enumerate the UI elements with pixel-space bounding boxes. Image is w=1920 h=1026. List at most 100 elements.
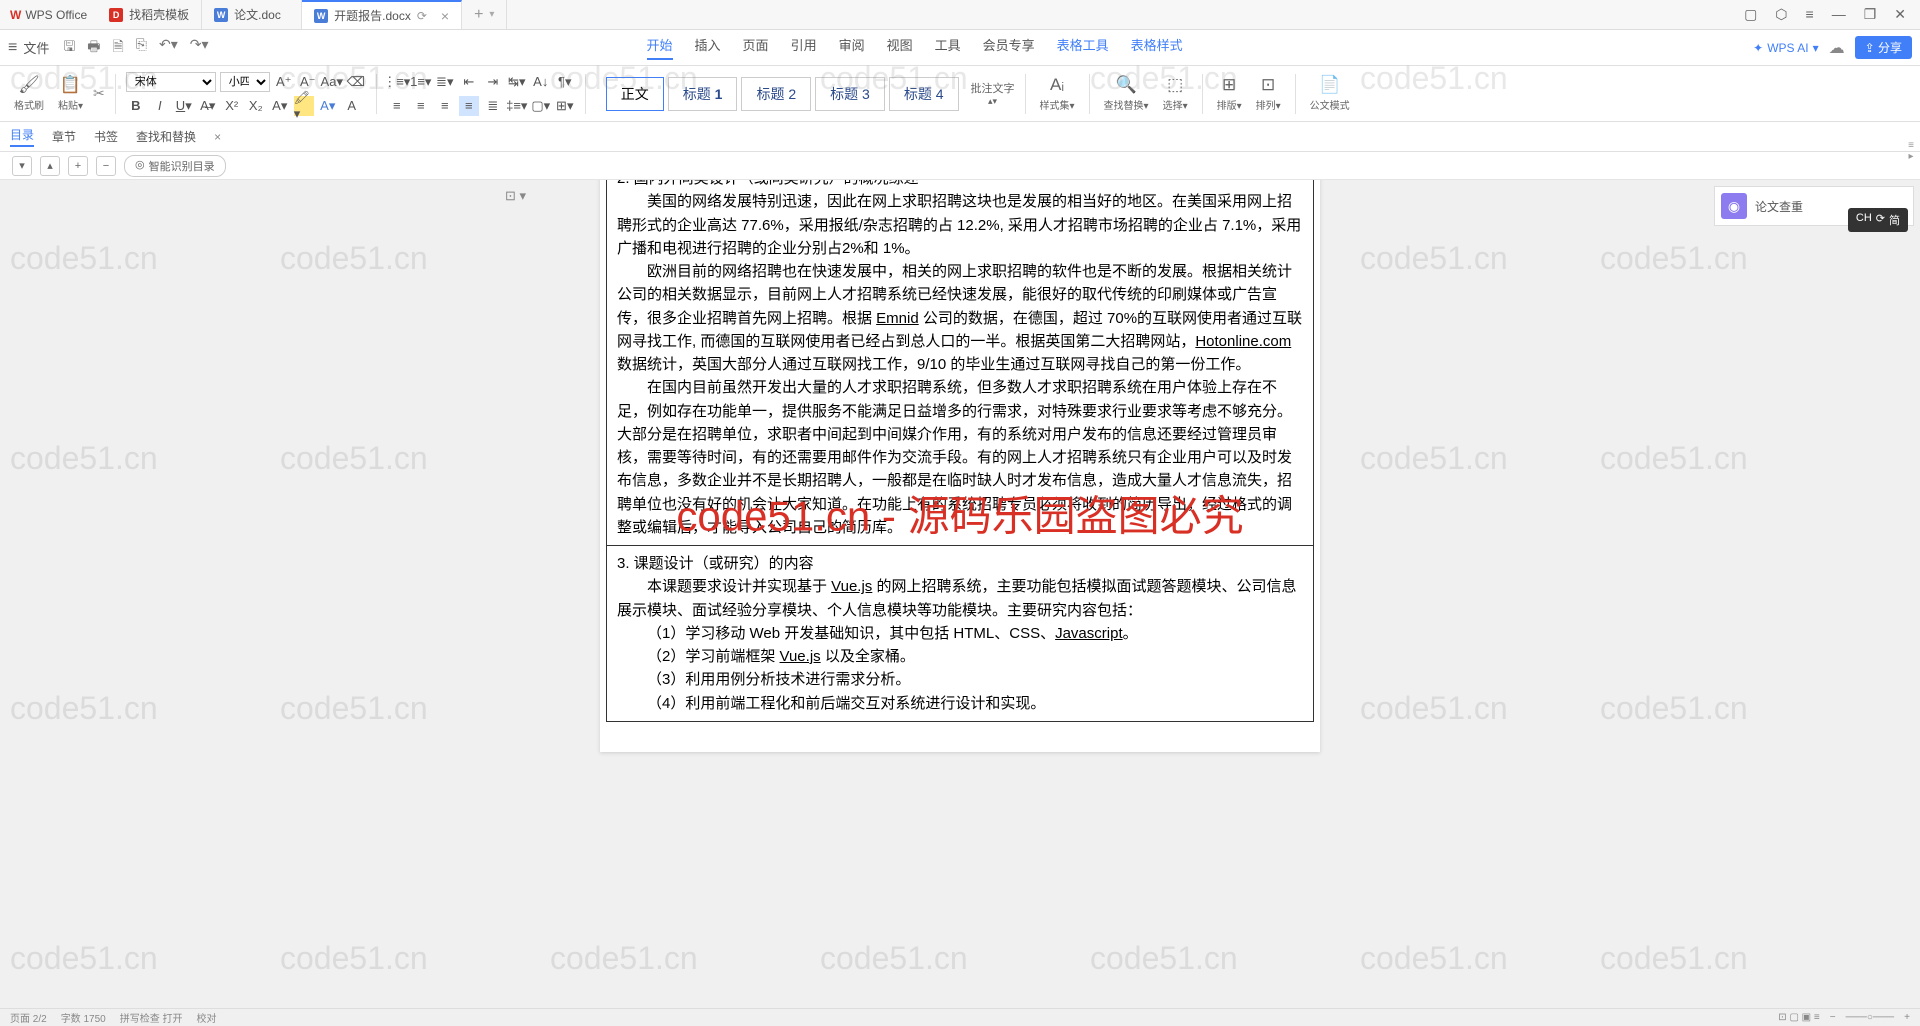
menu-table-tools[interactable]: 表格工具 <box>1057 35 1109 60</box>
text-effect-icon[interactable]: A▾ <box>318 96 338 116</box>
nav-chapter[interactable]: 章节 <box>52 128 76 145</box>
menu-view[interactable]: 视图 <box>887 35 913 60</box>
tab-refresh-icon[interactable]: ⟳ <box>417 9 427 23</box>
status-proof[interactable]: 校对 <box>197 1010 217 1025</box>
file-menu[interactable]: 文件 <box>23 38 49 57</box>
highlight-icon[interactable]: 🖍▾ <box>294 96 314 116</box>
shrink-font-icon[interactable]: A⁻ <box>298 72 318 92</box>
export-icon[interactable]: ⎘ <box>136 36 147 60</box>
plus-icon[interactable]: + <box>68 156 88 176</box>
arrange-button[interactable]: ⊡排列▾ <box>1252 75 1285 112</box>
line-spacing-icon[interactable]: ‡≡▾ <box>507 96 527 116</box>
cut-icon[interactable]: ✂ <box>93 85 105 102</box>
page-view-icon[interactable]: ⊡ ▾ <box>505 188 526 204</box>
font-size-select[interactable]: 小四 <box>220 72 270 92</box>
italic-icon[interactable]: I <box>150 96 170 116</box>
status-spell[interactable]: 拼写检查 打开 <box>120 1010 183 1025</box>
collapse-icon[interactable]: ▾ <box>12 156 32 176</box>
styleset[interactable]: Aᵢ样式集▾ <box>1036 75 1079 112</box>
share-button[interactable]: ⇪ 分享 <box>1855 36 1912 59</box>
cloud-icon[interactable]: ☁ <box>1829 38 1845 58</box>
char-border-icon[interactable]: A <box>342 96 362 116</box>
redo-icon[interactable]: ↷▾ <box>190 36 209 60</box>
shading-icon[interactable]: ▢▾ <box>531 96 551 116</box>
style-h1[interactable]: 标题 1 <box>668 77 738 111</box>
tab-icon[interactable]: ↹▾ <box>507 72 527 92</box>
win-icon-1[interactable]: ▢ <box>1744 6 1757 23</box>
menu-ref[interactable]: 引用 <box>791 35 817 60</box>
undo-icon[interactable]: ↶▾ <box>159 36 178 60</box>
multilevel-icon[interactable]: ≣▾ <box>435 72 455 92</box>
style-h2[interactable]: 标题 2 <box>741 77 811 111</box>
smart-toc[interactable]: ◎智能识别目录 <box>124 155 226 177</box>
minus-icon[interactable]: − <box>96 156 116 176</box>
find-replace[interactable]: 🔍查找替换▾ <box>1100 75 1153 112</box>
bold-icon[interactable]: B <box>126 96 146 116</box>
menu-tools[interactable]: 工具 <box>935 35 961 60</box>
sort-icon[interactable]: A↓ <box>531 72 551 92</box>
win-icon-3[interactable]: ≡ <box>1806 6 1814 23</box>
nav-toc[interactable]: 目录 <box>10 126 34 147</box>
status-words[interactable]: 字数 1750 <box>61 1010 106 1025</box>
paste-button[interactable]: 📋粘贴▾ <box>54 75 87 112</box>
style-body[interactable]: 正文 <box>606 77 664 111</box>
strike-icon[interactable]: A̶▾ <box>198 96 218 116</box>
hamburger-icon[interactable]: ≡ <box>8 39 17 57</box>
super-icon[interactable]: X² <box>222 96 242 116</box>
ime-indicator[interactable]: CH⟳简 <box>1848 208 1908 232</box>
menu-start[interactable]: 开始 <box>647 35 673 60</box>
tab-doc-1[interactable]: W论文.doc <box>202 0 302 29</box>
print-icon[interactable]: 🖶 <box>87 36 100 60</box>
menu-insert[interactable]: 插入 <box>695 35 721 60</box>
menu-member[interactable]: 会员专享 <box>983 35 1035 60</box>
borders-icon[interactable]: ⊞▾ <box>555 96 575 116</box>
grow-font-icon[interactable]: A⁺ <box>274 72 294 92</box>
tab-doc-2[interactable]: W开题报告.docx⟳× <box>302 0 462 29</box>
clear-format-icon[interactable]: ⌫ <box>346 72 366 92</box>
up-icon[interactable]: ▴ <box>40 156 60 176</box>
collapse-rail[interactable]: ≡▸ <box>1902 140 1920 180</box>
menu-review[interactable]: 审阅 <box>839 35 865 60</box>
select-button[interactable]: ⬚选择▾ <box>1159 75 1192 112</box>
indent-dec-icon[interactable]: ⇤ <box>459 72 479 92</box>
layout-button[interactable]: ⊞排版▾ <box>1213 75 1246 112</box>
underline-icon[interactable]: U▾ <box>174 96 194 116</box>
case-icon[interactable]: Aa▾ <box>322 72 342 92</box>
zoom-out-icon[interactable]: − <box>1830 1012 1836 1023</box>
marks-icon[interactable]: ¶▾ <box>555 72 575 92</box>
format-painter[interactable]: 🖌格式刷 <box>10 75 48 112</box>
numbering-icon[interactable]: 1≡▾ <box>411 72 431 92</box>
nav-close-icon[interactable]: × <box>214 130 221 144</box>
menu-page[interactable]: 页面 <box>743 35 769 60</box>
nav-find[interactable]: 查找和替换 <box>136 128 196 145</box>
tab-templates[interactable]: D找稻壳模板 <box>97 0 202 29</box>
zoom-slider[interactable]: ───○─── <box>1846 1012 1895 1023</box>
tab-new[interactable]: +▾ <box>462 0 507 29</box>
minimize-icon[interactable]: — <box>1832 6 1846 23</box>
align-left-icon[interactable]: ≡ <box>387 96 407 116</box>
close-icon[interactable]: ✕ <box>1894 6 1906 23</box>
zoom-in-icon[interactable]: + <box>1904 1012 1910 1023</box>
nav-bookmark[interactable]: 书签 <box>94 128 118 145</box>
indent-inc-icon[interactable]: ⇥ <box>483 72 503 92</box>
save-icon[interactable]: 🖫 <box>63 36 75 60</box>
wps-ai[interactable]: ✦WPS AI▾ <box>1753 41 1818 55</box>
document-page[interactable]: 2. 国内外同类设计（或同类研究）的概况综述 美国的网络发展特别迅速，因此在网上… <box>600 180 1320 752</box>
font-name-select[interactable]: 宋体 <box>126 72 216 92</box>
style-h3[interactable]: 标题 3 <box>815 77 885 111</box>
align-justify-icon[interactable]: ≡ <box>459 96 479 116</box>
distribute-icon[interactable]: ≣ <box>483 96 503 116</box>
win-icon-2[interactable]: ⬡ <box>1775 6 1787 23</box>
status-page[interactable]: 页面 2/2 <box>10 1010 47 1025</box>
align-center-icon[interactable]: ≡ <box>411 96 431 116</box>
maximize-icon[interactable]: ❐ <box>1864 6 1877 23</box>
view-mode-icons[interactable]: ⊡ ▢ ▣ ≡ <box>1778 1012 1819 1023</box>
align-right-icon[interactable]: ≡ <box>435 96 455 116</box>
style-h4[interactable]: 标题 4 <box>889 77 959 111</box>
comment-style[interactable]: 批注文字▴▾ <box>971 80 1015 107</box>
tab-close-icon[interactable]: × <box>441 8 449 24</box>
sub-icon[interactable]: X₂ <box>246 96 266 116</box>
menu-table-style[interactable]: 表格样式 <box>1131 35 1183 60</box>
official-mode[interactable]: 📄公文模式 <box>1306 75 1354 112</box>
font-color-icon[interactable]: A▾ <box>270 96 290 116</box>
